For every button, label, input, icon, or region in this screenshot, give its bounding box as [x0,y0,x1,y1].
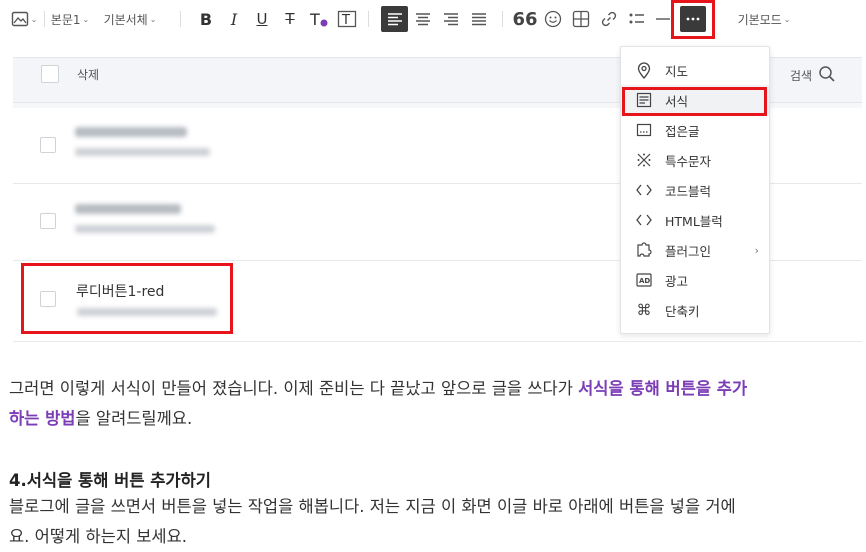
row-checkbox[interactable] [40,137,56,153]
menu-item-label: 특수문자 [665,153,712,169]
select-all-checkbox[interactable] [41,65,59,83]
body-paragraph-1-continued: 하는 방법을 알려드릴께요. [9,404,192,434]
body-text: 그러면 이렇게 서식이 만들어 졌습니다. 이제 준비는 다 끝났고 앞으로 글… [9,379,579,398]
divider-button[interactable] [653,6,673,32]
special-char-icon [635,151,653,169]
body-text: 을 알려드릴께요. [75,409,193,428]
fold-text-icon [635,121,653,139]
emoji-button[interactable] [541,6,565,32]
row-checkbox[interactable] [40,213,56,229]
menu-item-shortcut[interactable]: ⌘ 단축키 [621,295,769,325]
chevron-down-icon: ⌄ [783,14,791,24]
html-icon [635,211,653,229]
align-center-icon [415,12,431,26]
menu-item-label: 광고 [665,273,689,289]
link-icon [600,10,618,28]
menu-item-label: 플러그인 [665,243,712,259]
strikethrough-button[interactable]: T [279,6,301,32]
list-button[interactable] [625,6,649,32]
code-icon [635,181,653,199]
bold-button[interactable]: B [195,6,217,32]
link-button[interactable] [597,6,621,32]
align-left-icon [387,12,403,26]
annotation-highlight-more [671,0,715,39]
search-icon[interactable] [818,65,836,87]
chevron-down-icon: ⌄ [149,14,157,24]
chevron-right-icon: › [754,243,759,257]
plugin-icon [635,241,653,259]
menu-item-fold[interactable]: 접은글 [621,115,769,145]
menu-item-map[interactable]: 지도 [621,55,769,85]
editor-mode-select[interactable]: 기본모드 ⌄ [733,6,795,32]
align-left-button[interactable] [381,6,408,32]
highlighted-text: 하는 방법 [9,409,76,428]
text-background-icon: T [337,10,357,28]
menu-item-label: 단축키 [665,303,700,319]
highlighted-text: 서식을 통해 버튼을 추가 [578,379,748,398]
align-justify-icon [471,12,487,26]
align-right-icon [443,12,459,26]
blurred-date [75,148,210,156]
paragraph-style-select[interactable]: 본문1 ⌄ [50,6,90,32]
menu-item-plugin[interactable]: 플러그인 › [621,235,769,265]
image-icon [11,11,29,27]
menu-item-special-char[interactable]: 특수문자 [621,145,769,175]
align-right-button[interactable] [439,6,463,32]
blurred-date [75,225,215,233]
svg-text:T: T [341,13,350,28]
editor-toolbar: ⌄ 본문1 ⌄ 기본서체 ⌄ B I U T T T 66 기본모드 ⌄ [0,0,866,38]
table-icon [572,10,590,28]
table-button[interactable] [569,6,593,32]
align-center-button[interactable] [411,6,435,32]
text-color-button[interactable]: T [307,6,331,32]
svg-text:T: T [309,10,320,28]
paragraph-style-label: 본문1 [50,12,81,27]
underline-icon: U [256,10,268,28]
list-icon [628,11,646,27]
menu-item-html-block[interactable]: HTML블럭 [621,205,769,235]
shortcut-icon: ⌘ [636,301,652,319]
quote-icon: 66 [512,8,538,30]
menu-item-label: 접은글 [665,123,700,139]
annotation-highlight-menu [622,87,767,116]
editor-mode-label: 기본모드 [737,12,782,27]
quote-button[interactable]: 66 [512,6,538,32]
text-background-button[interactable]: T [335,6,359,32]
menu-item-label: 코드블럭 [665,183,712,199]
menu-item-code-block[interactable]: 코드블럭 [621,175,769,205]
menu-item-label: 지도 [665,63,689,79]
map-pin-icon [635,61,653,79]
body-paragraph-1: 그러면 이렇게 서식이 만들어 졌습니다. 이제 준비는 다 끝났고 앞으로 글… [9,374,747,404]
body-paragraph-2-continued: 요. 어떻게 하는지 보세요. [9,527,188,546]
divider-icon [655,17,671,21]
bold-icon: B [199,9,213,29]
blurred-title [75,127,187,137]
italic-icon: I [230,9,238,29]
annotation-highlight-template [21,263,233,334]
font-family-select[interactable]: 기본서체 ⌄ [100,6,160,32]
font-family-label: 기본서체 [103,12,148,27]
body-paragraph-2: 블로그에 글을 쓰면서 버튼을 넣는 작업을 해봅니다. 저는 지금 이 화면 … [9,497,736,516]
underline-button[interactable]: U [251,6,273,32]
image-insert-button[interactable]: ⌄ [8,6,40,32]
emoji-icon [544,10,562,28]
chevron-down-icon: ⌄ [30,14,38,24]
delete-button[interactable]: 삭제 [77,66,99,83]
menu-item-ad[interactable]: AD 광고 [621,265,769,295]
menu-item-label: HTML블럭 [665,213,723,229]
ad-icon: AD [635,271,653,289]
text-color-icon: T [309,10,329,28]
chevron-down-icon: ⌄ [82,14,90,24]
svg-text:AD: AD [639,277,650,285]
italic-button[interactable]: I [223,6,245,32]
align-justify-button[interactable] [467,6,491,32]
strikethrough-icon: T [285,10,295,28]
search-label[interactable]: 검색 [790,67,812,84]
blurred-title [75,204,181,214]
